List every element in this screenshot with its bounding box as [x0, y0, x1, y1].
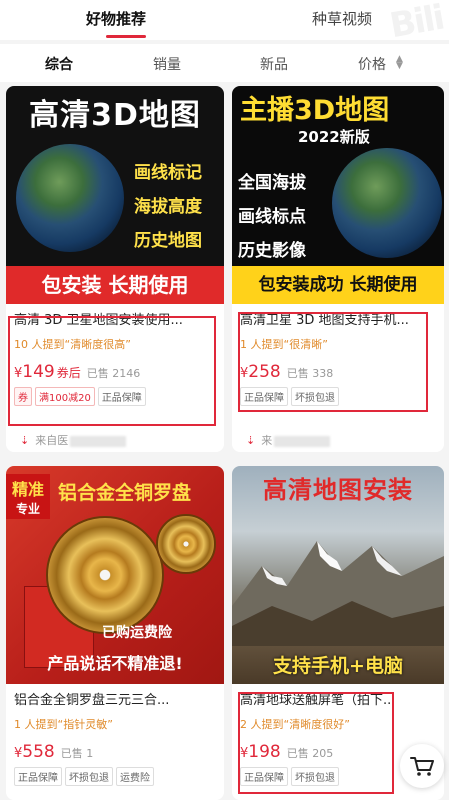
compass-image [46, 516, 164, 634]
image-support-note: 支持手机+电脑 [273, 655, 403, 677]
image-feature: 历史地图 [134, 231, 202, 251]
image-feature: 历史影像 [238, 241, 306, 261]
compass-image [156, 514, 216, 574]
product-image[interactable]: 高清地图安装 支持手机+电脑 [232, 466, 444, 684]
image-badge: 精准 专业 [6, 474, 50, 519]
image-title: 高清3D地图 [29, 98, 201, 133]
tab-recommended[interactable]: 好物推荐 [86, 8, 146, 29]
highlight-box [238, 692, 394, 794]
image-feature: 画线标记 [134, 163, 202, 183]
image-subtitle: 2022新版 [298, 128, 370, 146]
tag-row: 正品保障 坏损包退 运费险 [14, 766, 216, 786]
highlight-box [8, 316, 216, 426]
highlight-box [238, 312, 428, 412]
sort-bar: 综合 销量 新品 价格 ▲ ▼ [0, 44, 449, 82]
source-label: ⇣ 来自医 [20, 432, 127, 448]
sort-arrows-icon: ▲ ▼ [396, 54, 403, 71]
image-banner: 包安装成功 长期使用 [232, 266, 444, 304]
product-card[interactable]: 精准 专业 铝合金全铜罗盘 已购运费险 产品说话不精准退! 铝合金全铜罗盘三元三合… [6, 466, 224, 800]
globe-image [16, 144, 124, 252]
blurred-source-name [274, 435, 331, 447]
review-mention: 1 人提到“指针灵敏” [14, 718, 113, 731]
location-pin-icon: ⇣ [20, 434, 30, 447]
image-title: 主播3D地图 [240, 95, 390, 126]
sold-count: 已售 1 [60, 747, 94, 760]
image-feature: 全国海拔 [238, 173, 306, 193]
image-slogan: 产品说话不精准退! [47, 654, 183, 673]
sort-new[interactable]: 新品 [260, 54, 288, 74]
top-tab-bar: 好物推荐 种草视频 Bili [0, 0, 449, 46]
product-price: ¥558 [14, 742, 55, 762]
product-image[interactable]: 精准 专业 铝合金全铜罗盘 已购运费险 产品说话不精准退! [6, 466, 224, 684]
product-image[interactable]: 主播3D地图 2022新版 全国海拔 画线标点 历史影像 包安装成功 长期使用 [232, 86, 444, 304]
price-row: ¥558 已售 1 [14, 742, 216, 762]
cart-button[interactable] [400, 744, 444, 788]
sort-sales[interactable]: 销量 [153, 54, 181, 74]
product-image[interactable]: 高清3D地图 画线标记 海拔高度 历史地图 包安装 长期使用 [6, 86, 224, 304]
product-info: 铝合金全铜罗盘三元三合... 1 人提到“指针灵敏” ¥558 已售 1 正品保障… [6, 692, 224, 786]
image-feature: 海拔高度 [134, 197, 202, 217]
globe-image [332, 148, 442, 258]
image-title: 高清地图安装 [263, 476, 413, 504]
guarantee-tag: 正品保障 [14, 767, 62, 786]
sort-comprehensive[interactable]: 综合 [45, 54, 73, 74]
image-shipping-note: 已购运费险 [102, 625, 172, 641]
return-tag: 坏损包退 [65, 767, 113, 786]
sort-price[interactable]: 价格 [358, 54, 386, 74]
watermark: Bili [387, 0, 447, 47]
image-title: 铝合金全铜罗盘 [58, 482, 192, 504]
tab-active-indicator [106, 35, 146, 38]
image-banner: 包安装 长期使用 [6, 266, 224, 304]
source-label: ⇣ 来 [246, 432, 331, 448]
blurred-source-name [70, 435, 127, 447]
shipping-insurance-tag: 运费险 [116, 767, 154, 786]
image-feature: 画线标点 [238, 207, 306, 227]
mountain-image [232, 541, 444, 646]
location-pin-icon: ⇣ [246, 434, 256, 447]
product-name[interactable]: 铝合金全铜罗盘三元三合... [14, 692, 216, 710]
tab-videos[interactable]: 种草视频 [312, 8, 372, 29]
cart-icon [410, 757, 434, 776]
